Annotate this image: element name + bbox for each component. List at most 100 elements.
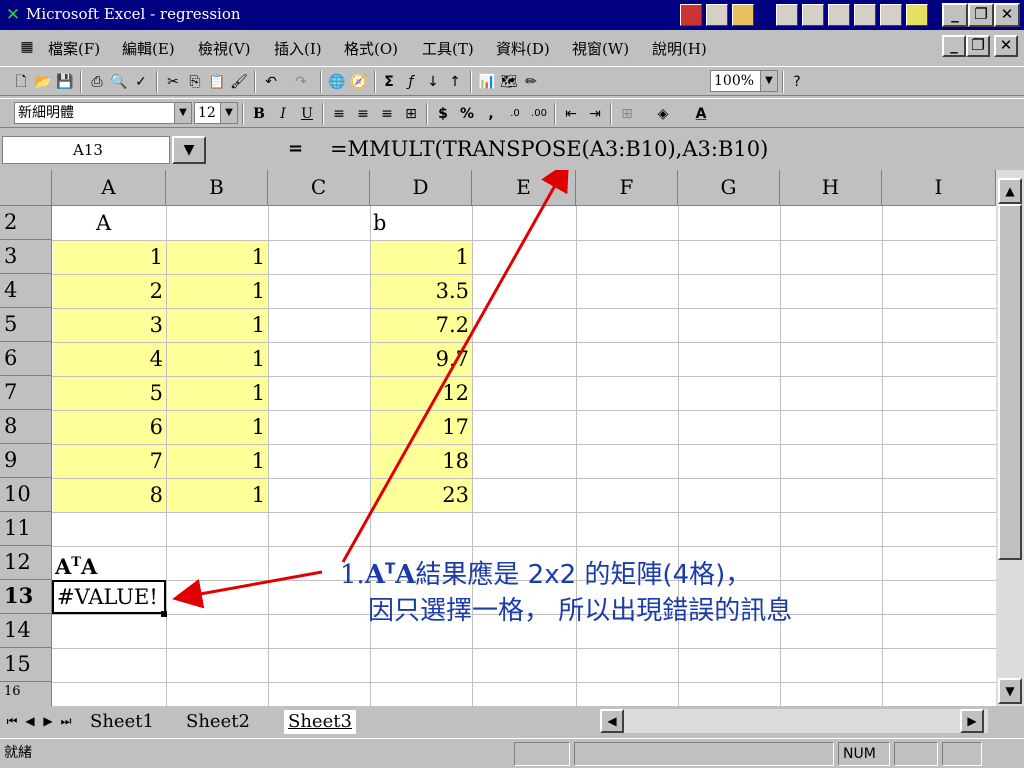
- print-preview-icon[interactable]: 🔍: [108, 71, 130, 93]
- map-icon[interactable]: 🗺: [498, 71, 520, 93]
- increase-decimal-icon[interactable]: .0: [504, 103, 526, 125]
- formula-input[interactable]: =MMULT(TRANSPOSE(A3:B10),A3:B10): [330, 137, 768, 161]
- taskbar-icon-1[interactable]: [680, 4, 702, 26]
- status-panel-3: [894, 742, 938, 766]
- status-bar: 就緒 NUM: [0, 738, 1024, 768]
- sort-ascending-icon[interactable]: ↓: [422, 71, 444, 93]
- sort-descending-icon[interactable]: ↑: [444, 71, 466, 93]
- first-sheet-icon[interactable]: ⏮: [4, 710, 20, 732]
- notepad-icon[interactable]: [906, 4, 928, 26]
- doc-close-button[interactable]: ✕: [994, 35, 1018, 57]
- taskbar-icon-4[interactable]: [802, 4, 824, 26]
- align-center-icon[interactable]: ≡: [352, 103, 374, 125]
- format-painter-icon[interactable]: 🖌: [228, 71, 250, 93]
- arrow-to-cell-a13: [172, 570, 323, 609]
- fill-color-icon[interactable]: ◈: [652, 103, 674, 125]
- font-name-select[interactable]: 新細明體 ▼: [14, 102, 192, 124]
- spelling-icon[interactable]: ✓: [130, 71, 152, 93]
- redo-icon[interactable]: ↷: [290, 71, 312, 93]
- chart-wizard-icon[interactable]: 📊: [476, 71, 498, 93]
- print-icon[interactable]: ⎙: [86, 71, 108, 93]
- scroll-right-icon[interactable]: ▶: [960, 709, 984, 733]
- align-right-icon[interactable]: ≡: [376, 103, 398, 125]
- align-left-icon[interactable]: ≡: [328, 103, 350, 125]
- menu-view[interactable]: 檢視(V): [198, 38, 251, 59]
- doc-restore-button[interactable]: ❐: [966, 35, 990, 57]
- scroll-up-icon[interactable]: ▲: [998, 178, 1022, 204]
- chevron-down-icon[interactable]: ▼: [220, 103, 237, 123]
- currency-icon[interactable]: $: [432, 103, 454, 125]
- last-sheet-icon[interactable]: ⏭: [58, 710, 74, 732]
- formula-bar: A13 ▼ = =MMULT(TRANSPOSE(A3:B10),A3:B10): [0, 132, 1024, 168]
- close-button[interactable]: ✕: [994, 3, 1020, 27]
- borders-icon[interactable]: ⊞: [616, 103, 638, 125]
- taskbar-icon-3[interactable]: [776, 4, 798, 26]
- chevron-down-icon[interactable]: ▼: [172, 136, 206, 164]
- horizontal-scrollbar[interactable]: ◀ ▶: [600, 709, 988, 733]
- new-icon[interactable]: 🗋: [10, 71, 32, 93]
- chevron-down-icon[interactable]: ▼: [174, 103, 191, 123]
- taskbar-icon-6[interactable]: [880, 4, 902, 26]
- menu-tools[interactable]: 工具(T): [422, 38, 474, 59]
- tab-sheet3[interactable]: Sheet3: [284, 710, 356, 734]
- font-size-select[interactable]: 12 ▼: [194, 102, 238, 124]
- bold-icon[interactable]: B: [248, 103, 270, 125]
- function-icon[interactable]: ƒ: [400, 71, 422, 93]
- status-ready: 就緒: [4, 745, 32, 761]
- sheet-tab-bar: ⏮ ◀ ▶ ⏭ Sheet1 Sheet2 Sheet3 ◀ ▶: [0, 706, 1024, 736]
- scroll-down-icon[interactable]: ▼: [998, 678, 1022, 704]
- taskbar-icon-2[interactable]: [706, 4, 728, 26]
- drawing-icon[interactable]: ✏: [520, 71, 542, 93]
- annotation-line-2: 因只選擇一格， 所以出現錯誤的訊息: [368, 596, 793, 626]
- tab-sheet2[interactable]: Sheet2: [186, 710, 250, 734]
- scroll-left-icon[interactable]: ◀: [600, 709, 624, 733]
- italic-icon[interactable]: I: [272, 103, 294, 125]
- underline-icon[interactable]: U: [296, 103, 318, 125]
- folder-icon[interactable]: [732, 4, 754, 26]
- menu-format[interactable]: 格式(O): [344, 38, 398, 59]
- chevron-down-icon[interactable]: ▼: [760, 71, 777, 91]
- menu-help[interactable]: 說明(H): [652, 38, 707, 59]
- maximize-button[interactable]: ❐: [968, 3, 994, 27]
- cut-icon[interactable]: ✂: [162, 71, 184, 93]
- increase-indent-icon[interactable]: ⇥: [584, 103, 606, 125]
- menu-edit[interactable]: 編輯(E): [122, 38, 175, 59]
- annotation-line-1: 1.ATA結果應是 2x2 的矩陣(4格)，: [340, 559, 752, 590]
- hyperlink-icon[interactable]: 🌐: [326, 71, 348, 93]
- worksheet-grid[interactable]: A B C D E F G H I 2 3 4 5 6 7 8 9 10 11 …: [0, 170, 996, 706]
- scrollbar-thumb[interactable]: [998, 204, 1022, 560]
- decrease-decimal-icon[interactable]: .00: [528, 103, 550, 125]
- undo-icon[interactable]: ↶: [260, 71, 282, 93]
- doc-minimize-button[interactable]: _: [942, 35, 966, 57]
- font-color-icon[interactable]: A: [690, 103, 712, 125]
- zoom-select[interactable]: 100% ▼: [710, 70, 778, 92]
- formatting-toolbar: 新細明體 ▼ 12 ▼ B I U ≡ ≡ ≡ ⊞ $ % , .0 .00 ⇤…: [0, 98, 1024, 128]
- menu-insert[interactable]: 插入(I): [274, 38, 322, 59]
- copy-icon[interactable]: ⎘: [184, 71, 206, 93]
- open-icon[interactable]: 📂: [32, 71, 54, 93]
- tab-sheet1[interactable]: Sheet1: [90, 710, 154, 734]
- autosum-icon[interactable]: Σ: [378, 71, 400, 93]
- workbook-icon[interactable]: ▦: [16, 36, 38, 58]
- merge-center-icon[interactable]: ⊞: [400, 103, 422, 125]
- taskbar-icon-5[interactable]: [854, 4, 876, 26]
- checkbox-icon[interactable]: [828, 4, 850, 26]
- vertical-scrollbar[interactable]: ▲ ▼: [996, 170, 1024, 706]
- status-panel-4: [942, 742, 982, 766]
- prev-sheet-icon[interactable]: ◀: [22, 710, 38, 732]
- office-assistant-icon[interactable]: ?: [786, 71, 808, 93]
- edit-formula-button[interactable]: =: [288, 138, 303, 159]
- next-sheet-icon[interactable]: ▶: [40, 710, 56, 732]
- web-toolbar-icon[interactable]: 🧭: [348, 71, 370, 93]
- paste-icon[interactable]: 📋: [206, 71, 228, 93]
- menu-data[interactable]: 資料(D): [496, 38, 550, 59]
- name-box[interactable]: A13: [2, 136, 170, 164]
- comma-icon[interactable]: ,: [480, 103, 502, 125]
- decrease-indent-icon[interactable]: ⇤: [560, 103, 582, 125]
- menu-file[interactable]: 檔案(F): [48, 38, 100, 59]
- menu-window[interactable]: 視窗(W): [572, 38, 629, 59]
- percent-icon[interactable]: %: [456, 103, 478, 125]
- save-icon[interactable]: 💾: [54, 71, 76, 93]
- minimize-button[interactable]: _: [942, 3, 968, 27]
- excel-app-icon[interactable]: ✕: [4, 6, 22, 24]
